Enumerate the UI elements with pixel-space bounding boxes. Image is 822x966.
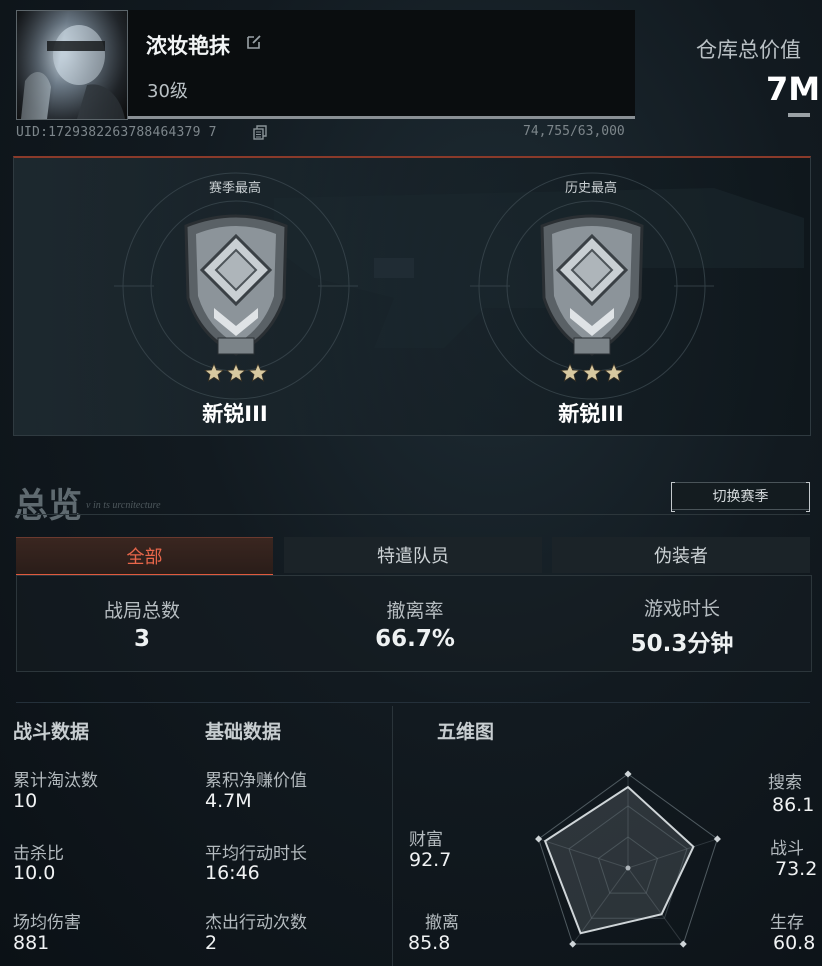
history-best-label: 历史最高: [564, 181, 617, 196]
radar-search-label: 搜索: [768, 773, 802, 793]
play-time-label: 游戏时长: [643, 598, 720, 620]
basic-data-title: 基础数据: [205, 721, 282, 743]
radar-vertex-dot: [535, 835, 543, 843]
net-profit-label: 累积净赚价值: [205, 771, 307, 791]
warehouse-label: 仓库总价值: [696, 38, 801, 62]
season-stars: [203, 362, 269, 382]
total-matches-value: 3: [133, 626, 150, 652]
history-rank-name: 新锐III: [558, 402, 624, 426]
extract-rate-label: 撤离率: [386, 600, 444, 622]
outstanding-ops-value: 2: [205, 932, 218, 954]
radar-search-value: 86.1: [772, 794, 815, 816]
history-stars: [559, 362, 625, 382]
net-profit-value: 4.7M: [205, 790, 252, 812]
radar-vertex-dot: [624, 770, 632, 778]
edit-icon[interactable]: [245, 33, 263, 51]
avg-duration-label: 平均行动时长: [205, 844, 307, 864]
season-rank-name: 新锐III: [202, 402, 268, 426]
radar-combat-label: 战斗: [770, 839, 804, 859]
warehouse-value: 7M: [766, 70, 821, 108]
warehouse-underline: [788, 113, 810, 117]
kd-label: 击杀比: [13, 844, 64, 864]
switch-season-button[interactable]: 切换赛季: [671, 482, 810, 512]
combat-data-title: 战斗数据: [13, 721, 90, 743]
radar-extract-value: 85.8: [408, 932, 451, 954]
radar-combat-value: 73.2: [775, 858, 818, 880]
player-avatar[interactable]: [16, 10, 128, 120]
overview-title: 总览: [14, 486, 82, 526]
radar-vertex-dot: [569, 940, 577, 948]
xp-progress-line: [128, 116, 635, 119]
avg-duration-value: 16:46: [205, 862, 260, 884]
extract-rate-value: 66.7%: [375, 626, 455, 652]
tab-disguiser[interactable]: 伪装者: [552, 537, 810, 573]
tab-all[interactable]: 全部: [16, 537, 273, 576]
overview-subtitle: v in ts urcnitecture: [86, 500, 161, 511]
total-kills-value: 10: [13, 790, 38, 812]
player-uid: UID:1729382263788464379 7: [16, 125, 217, 140]
player-name: 浓妆艳抹: [146, 34, 230, 58]
radar-center-dot: [625, 865, 631, 871]
play-time-value: 50.3分钟: [630, 631, 734, 657]
radar-extract-label: 撤离: [425, 913, 459, 933]
radar-vertex-dot: [713, 835, 721, 843]
overview-divider: [16, 514, 810, 515]
season-best-label: 赛季最高: [208, 181, 261, 196]
radar-wealth-value: 92.7: [409, 849, 452, 871]
avg-damage-value: 881: [13, 932, 50, 954]
total-kills-label: 累计淘汰数: [13, 771, 98, 791]
total-matches-label: 战局总数: [103, 600, 180, 622]
xp-text: 74,755/63,000: [523, 124, 625, 139]
radar-survival-label: 生存: [770, 913, 804, 933]
stats-divider: [16, 702, 810, 703]
radar-wealth-label: 财富: [409, 830, 443, 850]
outstanding-ops-label: 杰出行动次数: [205, 913, 307, 933]
rank-panel: [13, 156, 811, 436]
player-level: 30级: [147, 81, 188, 102]
radar-survival-value: 60.8: [773, 932, 816, 954]
name-bar: [128, 10, 635, 119]
history-rank-badge: [540, 214, 644, 356]
radar-vertex-dot: [679, 940, 687, 948]
radar-value-shape: [543, 785, 695, 935]
copy-icon[interactable]: [253, 125, 267, 140]
season-rank-badge: [184, 214, 288, 356]
avg-damage-label: 场均伤害: [13, 913, 81, 933]
tab-operator[interactable]: 特遣队员: [284, 537, 542, 573]
kd-value: 10.0: [13, 862, 56, 884]
